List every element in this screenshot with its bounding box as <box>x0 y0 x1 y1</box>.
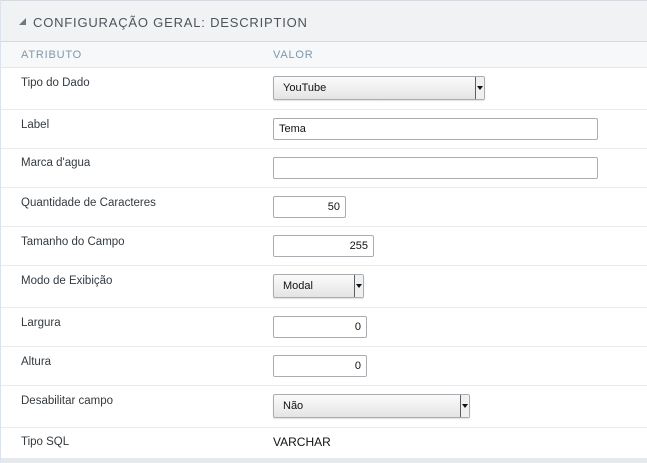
row-quantidade: Quantidade de Caracteres 50 <box>1 188 647 227</box>
tamanho-input-value: 255 <box>349 240 368 252</box>
altura-input-value: 0 <box>354 360 361 372</box>
panel-header[interactable]: CONFIGURAÇÃO GERAL: DESCRIPTION <box>1 0 647 42</box>
collapse-triangle-icon[interactable] <box>19 18 26 25</box>
tipo-dado-selected: YouTube <box>283 82 327 94</box>
largura-input-value: 0 <box>354 321 361 333</box>
altura-label: Altura <box>21 356 52 368</box>
label-label: Label <box>21 119 50 131</box>
modo-label: Modo de Exibição <box>21 275 113 287</box>
tamanho-label: Tamanho do Campo <box>21 236 125 248</box>
row-tamanho: Tamanho do Campo 255 <box>1 227 647 266</box>
tamanho-input[interactable]: 255 <box>273 235 374 257</box>
tipo-dado-select[interactable]: YouTube <box>273 76 485 100</box>
row-label: Label Tema <box>1 110 647 149</box>
desabilitar-select[interactable]: Não <box>273 394 470 418</box>
row-desabilitar: Desabilitar campo Não <box>1 386 647 428</box>
tipo-sql-label: Tipo SQL <box>21 436 70 448</box>
quantidade-label: Quantidade de Caracteres <box>21 197 156 209</box>
dropdown-arrow-icon[interactable] <box>460 395 469 417</box>
panel-footer-bar <box>1 458 647 463</box>
row-altura: Altura 0 <box>1 347 647 386</box>
modo-select[interactable]: Modal <box>273 274 364 298</box>
quantidade-input[interactable]: 50 <box>273 196 346 218</box>
column-header: ATRIBUTO VALOR <box>1 42 647 68</box>
largura-label: Largura <box>21 317 61 329</box>
label-input[interactable]: Tema <box>273 118 598 140</box>
dropdown-arrow-icon[interactable] <box>475 77 484 99</box>
altura-input[interactable]: 0 <box>273 355 367 377</box>
row-tipo-dado: Tipo do Dado YouTube <box>1 68 647 110</box>
desabilitar-label: Desabilitar campo <box>21 395 114 407</box>
marca-agua-input[interactable] <box>273 157 598 179</box>
desabilitar-selected: Não <box>283 400 304 412</box>
tipo-sql-value: VARCHAR <box>273 435 331 449</box>
panel-title: CONFIGURAÇÃO GERAL: DESCRIPTION <box>33 15 308 30</box>
modo-selected: Modal <box>283 280 313 292</box>
tipo-dado-label: Tipo do Dado <box>21 77 90 89</box>
column-value-header: VALOR <box>273 49 314 61</box>
marca-agua-label: Marca d'agua <box>21 157 91 169</box>
row-tipo-sql: Tipo SQL VARCHAR <box>1 428 647 458</box>
dropdown-arrow-icon[interactable] <box>354 275 363 297</box>
quantidade-input-value: 50 <box>327 201 340 213</box>
config-panel: CONFIGURAÇÃO GERAL: DESCRIPTION ATRIBUTO… <box>0 0 647 463</box>
column-attribute-header: ATRIBUTO <box>21 49 82 61</box>
row-largura: Largura 0 <box>1 308 647 347</box>
row-marca-agua: Marca d'agua <box>1 149 647 188</box>
row-modo: Modo de Exibição Modal <box>1 266 647 308</box>
label-input-value: Tema <box>279 123 306 135</box>
largura-input[interactable]: 0 <box>273 316 367 338</box>
